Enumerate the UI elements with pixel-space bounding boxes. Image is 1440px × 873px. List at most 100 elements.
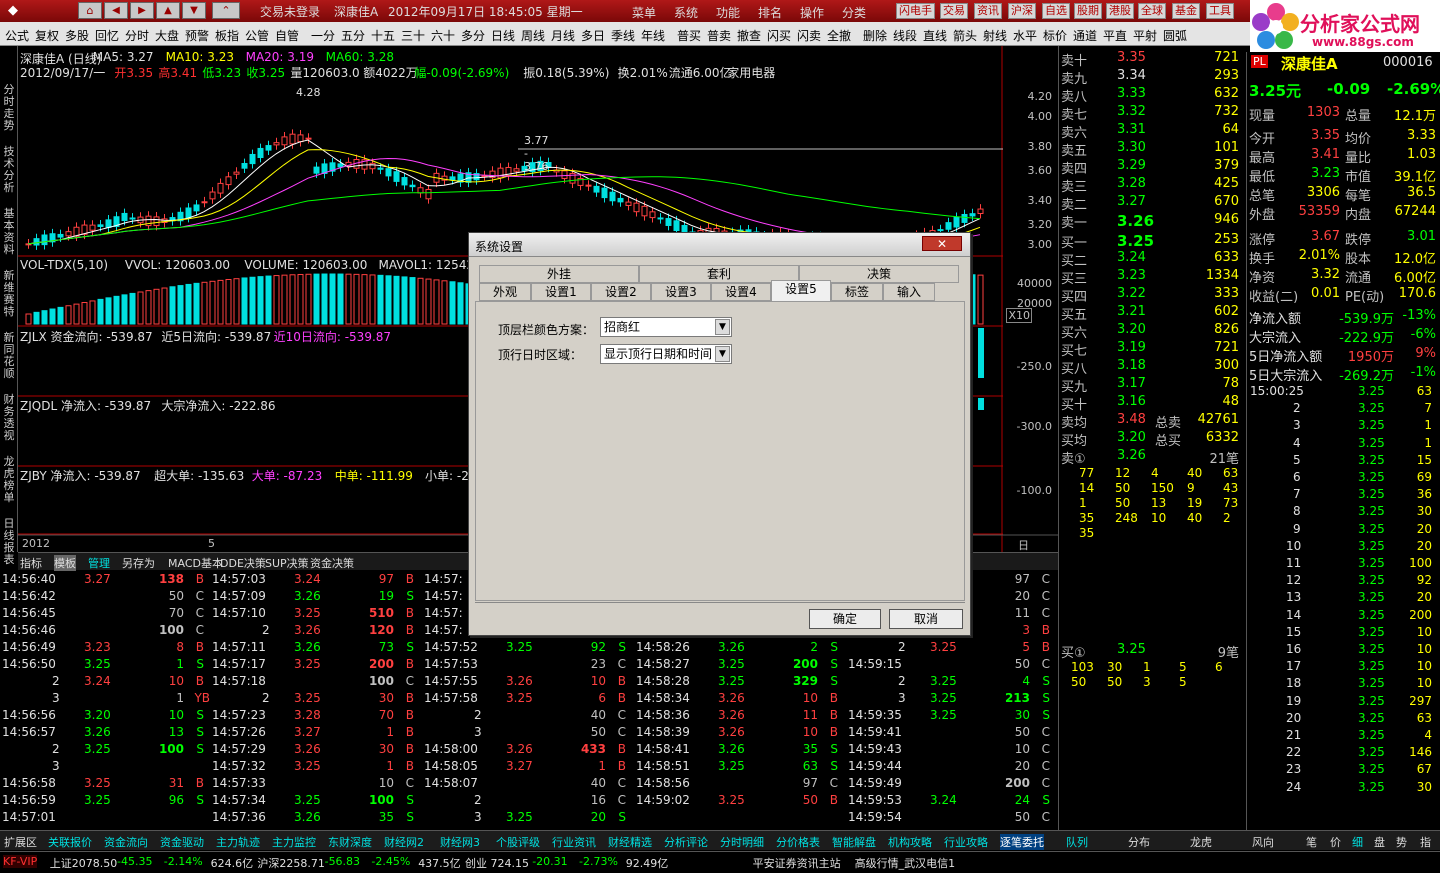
tab-3[interactable]: 设置2 (591, 283, 651, 301)
toolbar-item[interactable]: 圆弧 (1163, 27, 1187, 44)
extension-tab[interactable]: 主力轨迹 (216, 834, 260, 850)
extension-tab[interactable]: 资金驱动 (160, 834, 204, 850)
toolbar-item[interactable]: 十五 (371, 27, 395, 44)
extension-tab[interactable]: 分析评论 (664, 834, 708, 850)
menu-item-ranking[interactable]: 排名 (758, 4, 782, 21)
up-icon[interactable]: ▲ (156, 2, 180, 19)
extension-tab[interactable]: 行业攻略 (944, 834, 988, 850)
back-icon[interactable]: ◀ (104, 2, 128, 19)
side-tab[interactable]: 分时走势 (2, 84, 16, 132)
indicator-tab[interactable]: MACD基本 (168, 555, 223, 571)
buy-level[interactable]: 买八 3.18 300 (1059, 358, 1245, 377)
quick-btn-fund[interactable]: 基金 (1172, 3, 1200, 19)
toolbar-item[interactable]: 闪卖 (797, 27, 821, 44)
toolbar-item[interactable]: 六十 (431, 27, 455, 44)
right-tab[interactable]: 队列 (1066, 834, 1088, 850)
indicator-tab[interactable]: 模板 (54, 555, 76, 571)
toolbar-item[interactable]: 公式 (5, 27, 29, 44)
extension-tab[interactable]: 逐笔委托 (1000, 834, 1044, 850)
extension-tab[interactable]: 东财深度 (328, 834, 372, 850)
quick-btn-flash[interactable]: 闪电手 (896, 3, 935, 19)
sell-level[interactable]: 卖八 3.33 632 (1059, 86, 1245, 105)
buy-level[interactable]: 买二 3.24 633 (1059, 250, 1245, 269)
toolbar-item[interactable]: 分时 (125, 27, 149, 44)
toolbar-item[interactable]: 平射 (1133, 27, 1157, 44)
menu-item-main[interactable]: 菜单 (632, 4, 656, 21)
toolbar-item[interactable]: 多股 (65, 27, 89, 44)
right-tab[interactable]: 分布 (1128, 834, 1150, 850)
datetime-area-select[interactable]: 显示顶行日期和时间 ▼ (600, 344, 732, 364)
toolbar-item[interactable]: 水平 (1013, 27, 1037, 44)
menu-item-operation[interactable]: 操作 (800, 4, 824, 21)
menu-item-function[interactable]: 功能 (716, 4, 740, 21)
buy-level[interactable]: 买十 3.16 48 (1059, 394, 1245, 413)
tab-6[interactable]: 设置5 (771, 280, 831, 302)
toolbar-item[interactable]: 日线 (491, 27, 515, 44)
buy-level[interactable]: 买六 3.20 826 (1059, 322, 1245, 341)
sell-level[interactable]: 卖三 3.28 425 (1059, 176, 1245, 195)
tab-2[interactable]: 设置1 (531, 283, 591, 301)
quick-btn-futures[interactable]: 股期 (1074, 3, 1102, 19)
sell-level[interactable]: 卖七 3.32 732 (1059, 104, 1245, 123)
color-scheme-select[interactable]: 招商红 ▼ (600, 317, 732, 337)
quick-btn-watchlist[interactable]: 自选 (1042, 3, 1070, 19)
toolbar-item[interactable]: 直线 (923, 27, 947, 44)
side-tab[interactable]: 日线报表 (2, 518, 16, 566)
cancel-button[interactable]: 取消 (889, 609, 963, 629)
extension-tab[interactable]: 财经精选 (608, 834, 652, 850)
extension-tab[interactable]: 分时明细 (720, 834, 764, 850)
buy-level[interactable]: 买三 3.23 1334 (1059, 268, 1245, 287)
extension-tab[interactable]: 机构攻略 (888, 834, 932, 850)
toolbar-item[interactable]: 撤查 (737, 27, 761, 44)
toolbar-item[interactable]: 回忆 (95, 27, 119, 44)
app-diamond-icon[interactable]: ◆ (8, 3, 18, 18)
toolbar-item[interactable]: 全撤 (827, 27, 851, 44)
right-tab[interactable]: 盘 (1374, 834, 1385, 850)
toolbar-item[interactable]: 普买 (677, 27, 701, 44)
sell-level[interactable]: 卖五 3.30 101 (1059, 140, 1245, 159)
buy-level[interactable]: 买七 3.19 721 (1059, 340, 1245, 359)
ok-button[interactable]: 确定 (809, 609, 881, 629)
side-tab[interactable]: 技术分析 (2, 146, 16, 194)
menu-item-system[interactable]: 系统 (674, 4, 698, 21)
sell-level[interactable]: 卖六 3.31 64 (1059, 122, 1245, 141)
toolbar-item[interactable]: 平直 (1103, 27, 1127, 44)
extension-tab[interactable]: 分价格表 (776, 834, 820, 850)
dialog-title-bar[interactable]: 系统设置 ✕ (469, 233, 970, 257)
collapse-icon[interactable]: ⌃ (212, 2, 240, 19)
side-tab[interactable]: 新同花顺 (2, 332, 16, 380)
quick-btn-shsz[interactable]: 沪深 (1008, 3, 1036, 19)
toolbar-item[interactable]: 预警 (185, 27, 209, 44)
sell-level[interactable]: 卖九 3.34 293 (1059, 68, 1245, 87)
tab-1[interactable]: 外观 (479, 283, 531, 301)
toolbar-item[interactable]: 公管 (245, 27, 269, 44)
buy-level[interactable]: 买五 3.21 602 (1059, 304, 1245, 323)
toolbar-item[interactable]: 五分 (341, 27, 365, 44)
buy-level[interactable]: 买一 3.25 253 (1059, 232, 1245, 251)
extension-tab[interactable]: 个股评级 (496, 834, 540, 850)
right-tab[interactable]: 势 (1396, 834, 1407, 850)
indicator-tab[interactable]: 资金决策 (310, 555, 354, 571)
side-tab[interactable]: 基本资料 (2, 208, 16, 256)
toolbar-item[interactable]: 普卖 (707, 27, 731, 44)
toolbar-item[interactable]: 通道 (1073, 27, 1097, 44)
home-icon[interactable]: ⌂ (78, 2, 102, 19)
extension-tab[interactable]: 财经网3 (440, 834, 480, 850)
quick-btn-hk[interactable]: 港股 (1106, 3, 1134, 19)
menu-item-category[interactable]: 分类 (842, 4, 866, 21)
quick-btn-tools[interactable]: 工具 (1206, 3, 1234, 19)
down-icon[interactable]: ▼ (182, 2, 206, 19)
indicator-tab[interactable]: DDE决策 (220, 555, 266, 571)
toolbar-item[interactable]: 多分 (461, 27, 485, 44)
toolbar-item[interactable]: 标价 (1043, 27, 1067, 44)
right-tab[interactable]: 细 (1352, 834, 1363, 850)
toolbar-item[interactable]: 闪买 (767, 27, 791, 44)
extension-tab[interactable]: 行业资讯 (552, 834, 596, 850)
toolbar-item[interactable]: 季线 (611, 27, 635, 44)
extension-tab[interactable]: 智能解盘 (832, 834, 876, 850)
toolbar-item[interactable]: 年线 (641, 27, 665, 44)
indicator-tab[interactable]: SUP决策 (265, 555, 309, 571)
buy-level[interactable]: 买九 3.17 78 (1059, 376, 1245, 395)
right-tab[interactable]: 龙虎 (1190, 834, 1212, 850)
toolbar-item[interactable]: 自管 (275, 27, 299, 44)
